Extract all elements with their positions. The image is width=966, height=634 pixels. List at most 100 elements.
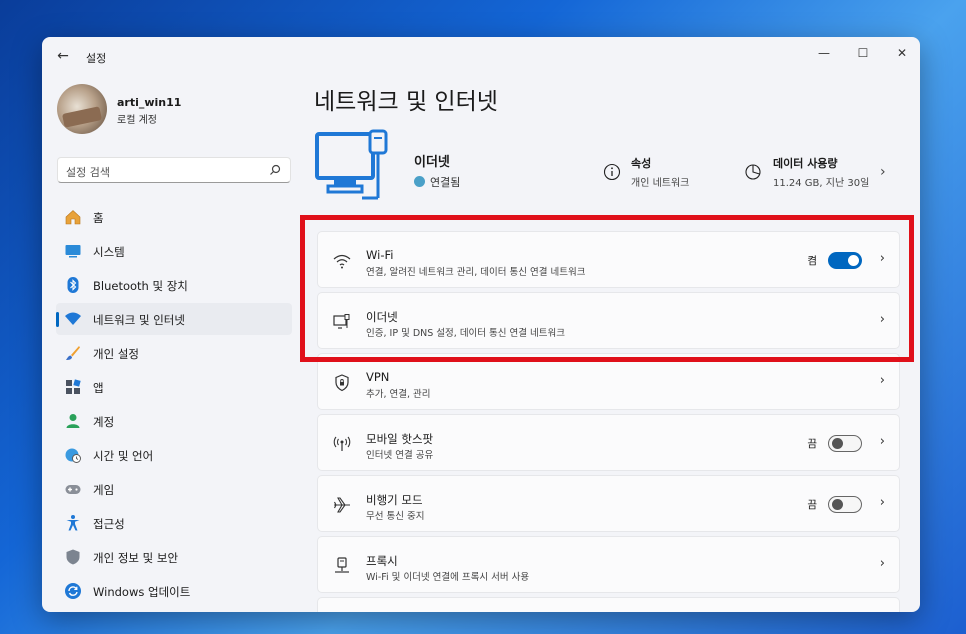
back-button[interactable]: ← <box>54 47 72 65</box>
shield-icon <box>66 549 80 565</box>
airplane-icon <box>334 497 350 513</box>
card-subtitle: 인터넷 연결 공유 <box>366 450 434 461</box>
mobile-hotspot-card[interactable]: 모바일 핫스팟 인터넷 연결 공유 끔 › <box>317 414 900 471</box>
sidebar-nav: 홈 시스템 Bluetooth 및 장치 네트워크 및 인터넷 개인 설정 앱 … <box>56 201 292 609</box>
proxy-icon <box>335 557 349 573</box>
globe-icon <box>414 176 425 187</box>
toggle-state-label: 켬 <box>807 255 817 267</box>
info-icon <box>603 163 621 181</box>
wifi-icon <box>333 254 351 269</box>
minimize-button[interactable]: — <box>806 41 842 65</box>
maximize-button[interactable]: ☐ <box>845 41 881 65</box>
sidebar-item-label: Bluetooth 및 장치 <box>93 279 188 293</box>
sidebar-item-label: 시간 및 언어 <box>93 449 154 463</box>
card-subtitle: 추가, 연결, 관리 <box>366 389 431 400</box>
home-icon <box>65 210 81 225</box>
title-bar: ← 설정 — ☐ ✕ <box>42 37 920 75</box>
card-title: 비행기 모드 <box>366 493 423 507</box>
connection-status: 연결됨 <box>414 174 460 190</box>
data-usage-link[interactable]: 데이터 사용량 <box>773 155 838 171</box>
chevron-right-icon: › <box>879 495 885 510</box>
toggle-knob <box>848 255 859 266</box>
gamepad-icon <box>65 485 81 494</box>
next-card-partial[interactable] <box>317 597 900 612</box>
chevron-right-icon: › <box>879 373 885 388</box>
system-icon <box>65 245 81 258</box>
wifi-toggle[interactable] <box>828 252 862 269</box>
toggle-knob <box>832 438 843 449</box>
settings-window: ← 설정 — ☐ ✕ arti_win11 로컬 계정 설정 검색 홈 시스템 … <box>42 37 920 612</box>
ethernet-card[interactable]: 이더넷 인증, IP 및 DNS 설정, 데이터 통신 연결 네트워크 › <box>317 292 900 349</box>
globe-clock-icon <box>65 448 81 463</box>
app-title: 설정 <box>86 52 107 65</box>
chevron-right-icon: › <box>879 434 885 449</box>
sidebar-item-label: 홈 <box>93 211 104 225</box>
card-subtitle: 연결, 알려진 네트워크 관리, 데이터 통신 연결 네트워크 <box>366 267 586 278</box>
chevron-right-icon[interactable]: › <box>880 164 886 180</box>
sidebar-item-label: 개인 설정 <box>93 347 139 361</box>
close-button[interactable]: ✕ <box>884 41 920 65</box>
card-title: 모바일 핫스팟 <box>366 432 434 446</box>
mobile-hotspot-toggle[interactable] <box>828 435 862 452</box>
vpn-card[interactable]: VPN 추가, 연결, 관리 › <box>317 353 900 410</box>
sidebar-item-network[interactable]: 네트워크 및 인터넷 <box>56 303 292 335</box>
toggle-state-label: 끔 <box>807 438 817 450</box>
sidebar-item-accessibility[interactable]: 접근성 <box>56 507 292 539</box>
sidebar-item-accounts[interactable]: 계정 <box>56 405 292 437</box>
card-title: 프록시 <box>366 554 398 568</box>
properties-link[interactable]: 속성 <box>631 155 651 171</box>
apps-icon <box>66 379 81 394</box>
search-icon <box>270 164 281 175</box>
brush-icon <box>66 346 80 360</box>
card-title: VPN <box>366 370 390 384</box>
ethernet-icon <box>333 314 350 329</box>
ethernet-hero-icon <box>315 129 388 200</box>
sidebar-item-label: 접근성 <box>93 517 125 531</box>
properties-subtitle: 개인 네트워크 <box>631 178 690 189</box>
sidebar-item-windows-update[interactable]: Windows 업데이트 <box>56 575 292 607</box>
airplane-mode-card[interactable]: 비행기 모드 무선 통신 중지 끔 › <box>317 475 900 532</box>
airplane-mode-toggle[interactable] <box>828 496 862 513</box>
sidebar-item-home[interactable]: 홈 <box>56 201 292 233</box>
sidebar-item-apps[interactable]: 앱 <box>56 371 292 403</box>
data-usage-subtitle: 11.24 GB, 지난 30일 <box>773 178 870 189</box>
avatar[interactable] <box>57 84 107 134</box>
connection-name: 이더넷 <box>414 155 450 170</box>
sidebar-item-personalization[interactable]: 개인 설정 <box>56 337 292 369</box>
update-icon <box>65 583 81 599</box>
card-subtitle: 인증, IP 및 DNS 설정, 데이터 통신 연결 네트워크 <box>366 328 566 339</box>
data-usage-icon <box>745 164 761 180</box>
user-name: arti_win11 <box>117 96 182 109</box>
card-subtitle: 무선 통신 중지 <box>366 511 425 522</box>
sidebar-item-label: Windows 업데이트 <box>93 585 191 599</box>
card-title: 이더넷 <box>366 310 398 324</box>
chevron-right-icon: › <box>879 312 885 327</box>
sidebar-item-label: 개인 정보 및 보안 <box>93 551 179 565</box>
search-input[interactable]: 설정 검색 <box>57 157 291 183</box>
vpn-shield-icon <box>335 374 349 392</box>
card-title: Wi-Fi <box>366 248 394 262</box>
account-type: 로컬 계정 <box>117 115 157 126</box>
page-title: 네트워크 및 인터넷 <box>314 89 498 115</box>
connection-status-text: 연결됨 <box>430 176 461 189</box>
accessibility-icon <box>66 515 80 531</box>
sidebar-item-label: 계정 <box>93 415 115 429</box>
wifi-card[interactable]: Wi-Fi 연결, 알려진 네트워크 관리, 데이터 통신 연결 네트워크 켬 … <box>317 231 900 288</box>
toggle-state-label: 끔 <box>807 499 817 511</box>
sidebar-item-bluetooth[interactable]: Bluetooth 및 장치 <box>56 269 292 301</box>
sidebar-item-label: 네트워크 및 인터넷 <box>93 313 185 327</box>
sidebar-item-privacy[interactable]: 개인 정보 및 보안 <box>56 541 292 573</box>
sidebar-item-gaming[interactable]: 게임 <box>56 473 292 505</box>
card-subtitle: Wi-Fi 및 이더넷 연결에 프록시 서버 사용 <box>366 572 530 583</box>
sidebar-item-system[interactable]: 시스템 <box>56 235 292 267</box>
toggle-knob <box>832 499 843 510</box>
sidebar-item-label: 시스템 <box>93 245 125 259</box>
bluetooth-icon <box>67 277 79 293</box>
search-placeholder: 설정 검색 <box>66 166 110 179</box>
sidebar-item-label: 앱 <box>93 381 104 395</box>
hotspot-icon <box>333 436 351 451</box>
chevron-right-icon: › <box>879 251 885 266</box>
proxy-card[interactable]: 프록시 Wi-Fi 및 이더넷 연결에 프록시 서버 사용 › <box>317 536 900 593</box>
sidebar-item-time-language[interactable]: 시간 및 언어 <box>56 439 292 471</box>
account-icon <box>66 414 80 428</box>
